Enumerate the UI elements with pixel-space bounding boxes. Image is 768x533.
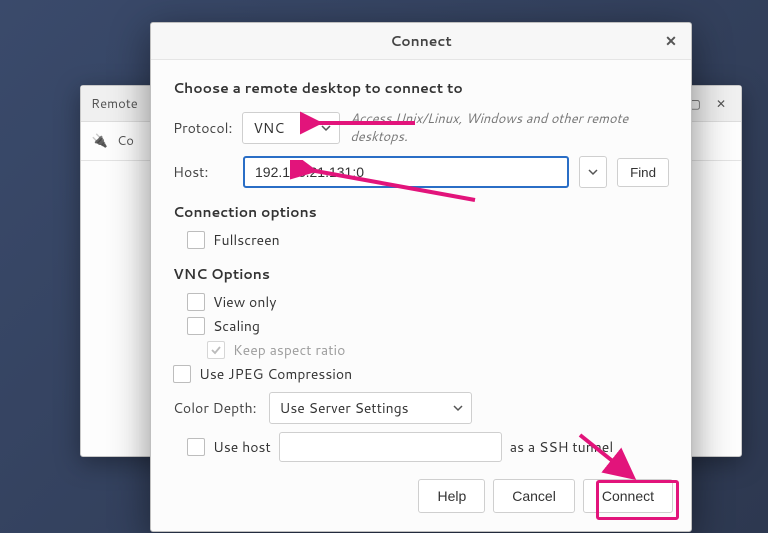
connection-options-heading: Connection options [173, 202, 669, 222]
plug-icon: 🔌 [91, 132, 109, 150]
chevron-down-icon [321, 118, 331, 138]
find-button[interactable]: Find [617, 158, 669, 187]
dialog-footer: Help Cancel Connect [151, 465, 691, 531]
ssh-tunnel-row: Use host as a SSH tunnel [187, 432, 669, 462]
chevron-down-icon [588, 162, 598, 172]
host-input[interactable] [243, 156, 569, 188]
cancel-button[interactable]: Cancel [493, 479, 575, 513]
view-only-label: View only [213, 292, 276, 312]
checkbox-icon [187, 293, 205, 311]
protocol-dropdown[interactable]: VNC [242, 112, 340, 144]
host-label: Host: [173, 162, 233, 182]
dialog-close-button[interactable]: ✕ [659, 29, 683, 53]
dialog-title: Connect [390, 31, 452, 51]
protocol-row: Protocol: VNC Access Unix/Linux, Windows… [173, 110, 669, 146]
vnc-options-heading: VNC Options [173, 264, 669, 284]
bg-toolbar-text: Co [117, 132, 134, 150]
keep-aspect-label: Keep aspect ratio [233, 340, 345, 360]
fullscreen-checkbox[interactable]: Fullscreen [187, 230, 669, 250]
checkbox-icon [207, 341, 225, 359]
fullscreen-label: Fullscreen [213, 230, 280, 250]
ssh-host-input[interactable] [279, 432, 502, 462]
host-history-dropdown[interactable] [579, 156, 607, 188]
dialog-body: Choose a remote desktop to connect to Pr… [151, 60, 691, 465]
ssh-use-host-label: Use host [213, 437, 271, 457]
protocol-value: VNC [253, 118, 284, 138]
choose-heading: Choose a remote desktop to connect to [173, 78, 669, 98]
chevron-down-icon [453, 398, 463, 418]
connect-dialog: Connect ✕ Choose a remote desktop to con… [150, 22, 692, 532]
protocol-label: Protocol: [173, 118, 232, 138]
jpeg-label: Use JPEG Compression [199, 364, 352, 384]
bg-title: Remote [91, 95, 138, 113]
color-depth-row: Color Depth: Use Server Settings [173, 392, 669, 424]
checkbox-icon [173, 365, 191, 383]
checkbox-icon [187, 231, 205, 249]
checkbox-icon [187, 317, 205, 335]
connect-button[interactable]: Connect [583, 479, 673, 513]
color-depth-dropdown[interactable]: Use Server Settings [269, 392, 472, 424]
ssh-tunnel-suffix: as a SSH tunnel [510, 437, 613, 457]
scaling-checkbox[interactable]: Scaling [187, 316, 669, 336]
color-depth-label: Color Depth: [173, 398, 257, 418]
color-depth-value: Use Server Settings [280, 398, 409, 418]
host-row: Host: Find [173, 156, 669, 188]
jpeg-compression-checkbox[interactable]: Use JPEG Compression [173, 364, 669, 384]
protocol-hint: Access Unix/Linux, Windows and other rem… [350, 110, 669, 146]
scaling-label: Scaling [213, 316, 260, 336]
dialog-titlebar: Connect ✕ [151, 23, 691, 60]
help-button[interactable]: Help [418, 479, 485, 513]
close-icon: ✕ [665, 31, 677, 51]
close-icon[interactable]: ✕ [711, 94, 731, 114]
view-only-checkbox[interactable]: View only [187, 292, 669, 312]
keep-aspect-checkbox: Keep aspect ratio [207, 340, 669, 360]
checkbox-icon[interactable] [187, 438, 205, 456]
